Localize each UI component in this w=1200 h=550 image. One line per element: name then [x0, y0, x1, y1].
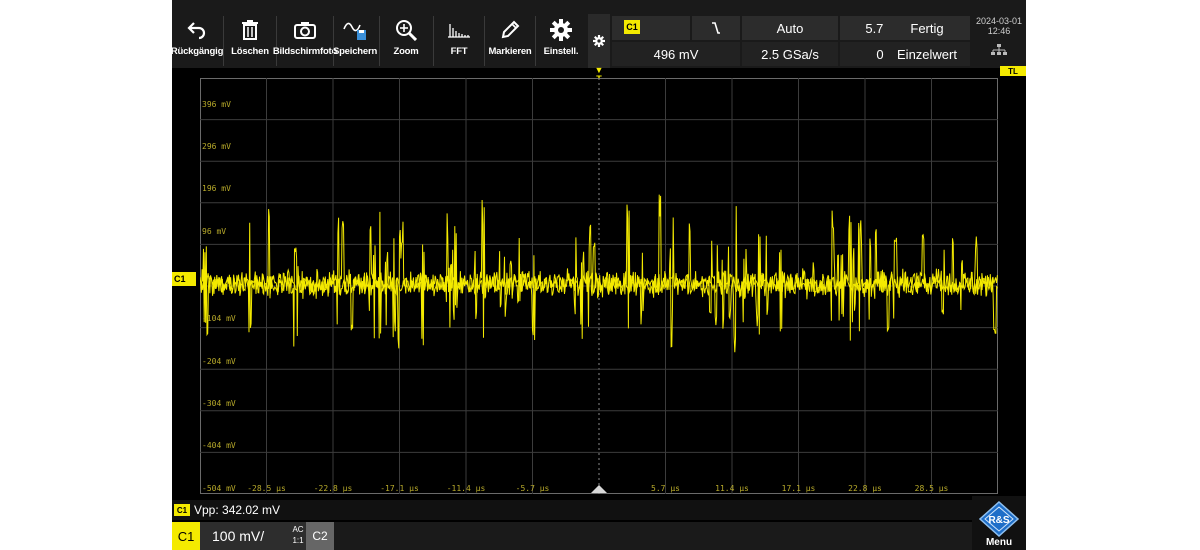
channel-c1-coupling: AC 1:1 — [290, 524, 306, 546]
settings-button[interactable]: Einstell. — [536, 14, 586, 68]
y-tick-label: 296 mV — [202, 142, 231, 151]
zoom-label: Zoom — [393, 46, 419, 57]
y-tick-label: -204 mV — [202, 357, 236, 366]
menu-button[interactable]: R&S Menu — [972, 496, 1026, 550]
channel-offset-marker[interactable]: C1 — [172, 272, 196, 286]
mark-label: Markieren — [488, 46, 532, 57]
x-tick-label: -28.5 µs — [247, 484, 286, 493]
fft-label: FFT — [450, 46, 468, 57]
channel-c1-button[interactable]: C1 — [172, 522, 200, 550]
x-tick-label: 17.1 µs — [781, 484, 816, 493]
x-tick-label: -17.1 µs — [380, 484, 419, 493]
trigger-mode-cell[interactable]: Auto — [742, 16, 838, 40]
delete-button[interactable]: Löschen — [224, 14, 276, 68]
trigger-level-cell[interactable]: 496 mV — [612, 42, 740, 66]
y-tick-label: 396 mV — [202, 100, 231, 109]
y-tick-label: 96 mV — [202, 227, 227, 236]
undo-icon — [187, 22, 206, 40]
trash-icon — [242, 20, 258, 40]
x-tick-label: 11.4 µs — [715, 484, 749, 493]
x-tick-label: -11.4 µs — [446, 484, 486, 493]
zoom-button[interactable]: Zoom — [380, 14, 432, 68]
undo-button[interactable]: Rückgängig — [172, 14, 224, 68]
zoom-icon — [396, 20, 417, 41]
oscilloscope-screen: Rückgängig Löschen Bildschirmfoto Speich… — [172, 0, 1026, 550]
camera-icon — [294, 22, 316, 39]
quick-settings-button[interactable] — [588, 14, 610, 68]
falling-edge-icon — [712, 22, 720, 34]
fft-icon — [448, 24, 470, 38]
fft-button[interactable]: FFT — [434, 14, 484, 68]
x-tick-label: 28.5 µs — [914, 484, 949, 493]
time-reference-marker — [591, 485, 607, 493]
y-tick-label: -104 mV — [202, 314, 236, 323]
probe-ratio-text: 1:1 — [292, 536, 304, 545]
channel-bar: C1 100 mV/ AC 1:1 C2 — [172, 522, 972, 550]
date-time-display: 2024-03-01 12:46 — [972, 14, 1026, 68]
rs-logo-icon: R&S — [979, 501, 1019, 537]
x-tick-label: 5.7 µs — [651, 484, 680, 493]
x-tick-label: -22.8 µs — [313, 484, 353, 493]
trigger-level-marker[interactable]: TL — [1000, 66, 1026, 76]
delete-label: Löschen — [231, 46, 269, 57]
measurement-bar: C1 Vpp: 342.02 mV — [172, 500, 972, 520]
waveform-plot[interactable]: 396 mV 296 mV 196 mV 96 mV -104 mV -204 mV -30… — [200, 78, 998, 494]
sample-rate-cell[interactable]: 2.5 GSa/s — [742, 42, 838, 66]
trigger-slope-cell[interactable] — [692, 16, 740, 40]
y-tick-label: -504 mV — [202, 484, 236, 493]
coupling-text: AC — [292, 525, 304, 534]
network-icon — [991, 44, 1007, 55]
time-text: 12:46 — [987, 26, 1011, 36]
screenshot-label: Bildschirmfoto — [272, 46, 338, 57]
waveform-svg — [200, 78, 998, 494]
logo-text: R&S — [988, 515, 1009, 526]
small-gear-icon — [593, 35, 605, 47]
save-icon — [343, 22, 366, 40]
measurement-vpp[interactable]: Vpp: 342.02 mV — [194, 503, 280, 517]
settings-label: Einstell. — [543, 46, 579, 57]
trigger-channel-tag: C1 — [624, 20, 640, 34]
measurement-channel-tag: C1 — [174, 504, 190, 516]
channel-c2-button[interactable]: C2 — [306, 522, 334, 550]
save-label: Speichern — [332, 46, 378, 57]
acq-state-cell[interactable]: Fertig — [884, 16, 970, 40]
y-tick-label: 196 mV — [202, 184, 231, 193]
menu-label: Menu — [985, 537, 1013, 548]
date-text: 2024-03-01 — [975, 16, 1023, 26]
gear-icon — [550, 19, 572, 41]
acq-mode-cell[interactable]: Einzelwert — [884, 42, 970, 66]
mark-button[interactable]: Markieren — [485, 14, 535, 68]
x-tick-label: -5.7 µs — [515, 484, 550, 493]
save-button[interactable]: Speichern — [332, 14, 378, 68]
screenshot-button[interactable]: Bildschirmfoto — [273, 14, 337, 68]
undo-label: Rückgängig — [172, 46, 224, 57]
pen-icon — [501, 20, 520, 39]
y-tick-label: -304 mV — [202, 399, 236, 408]
y-tick-label: -404 mV — [202, 441, 236, 450]
x-tick-label: 22.8 µs — [848, 484, 882, 493]
